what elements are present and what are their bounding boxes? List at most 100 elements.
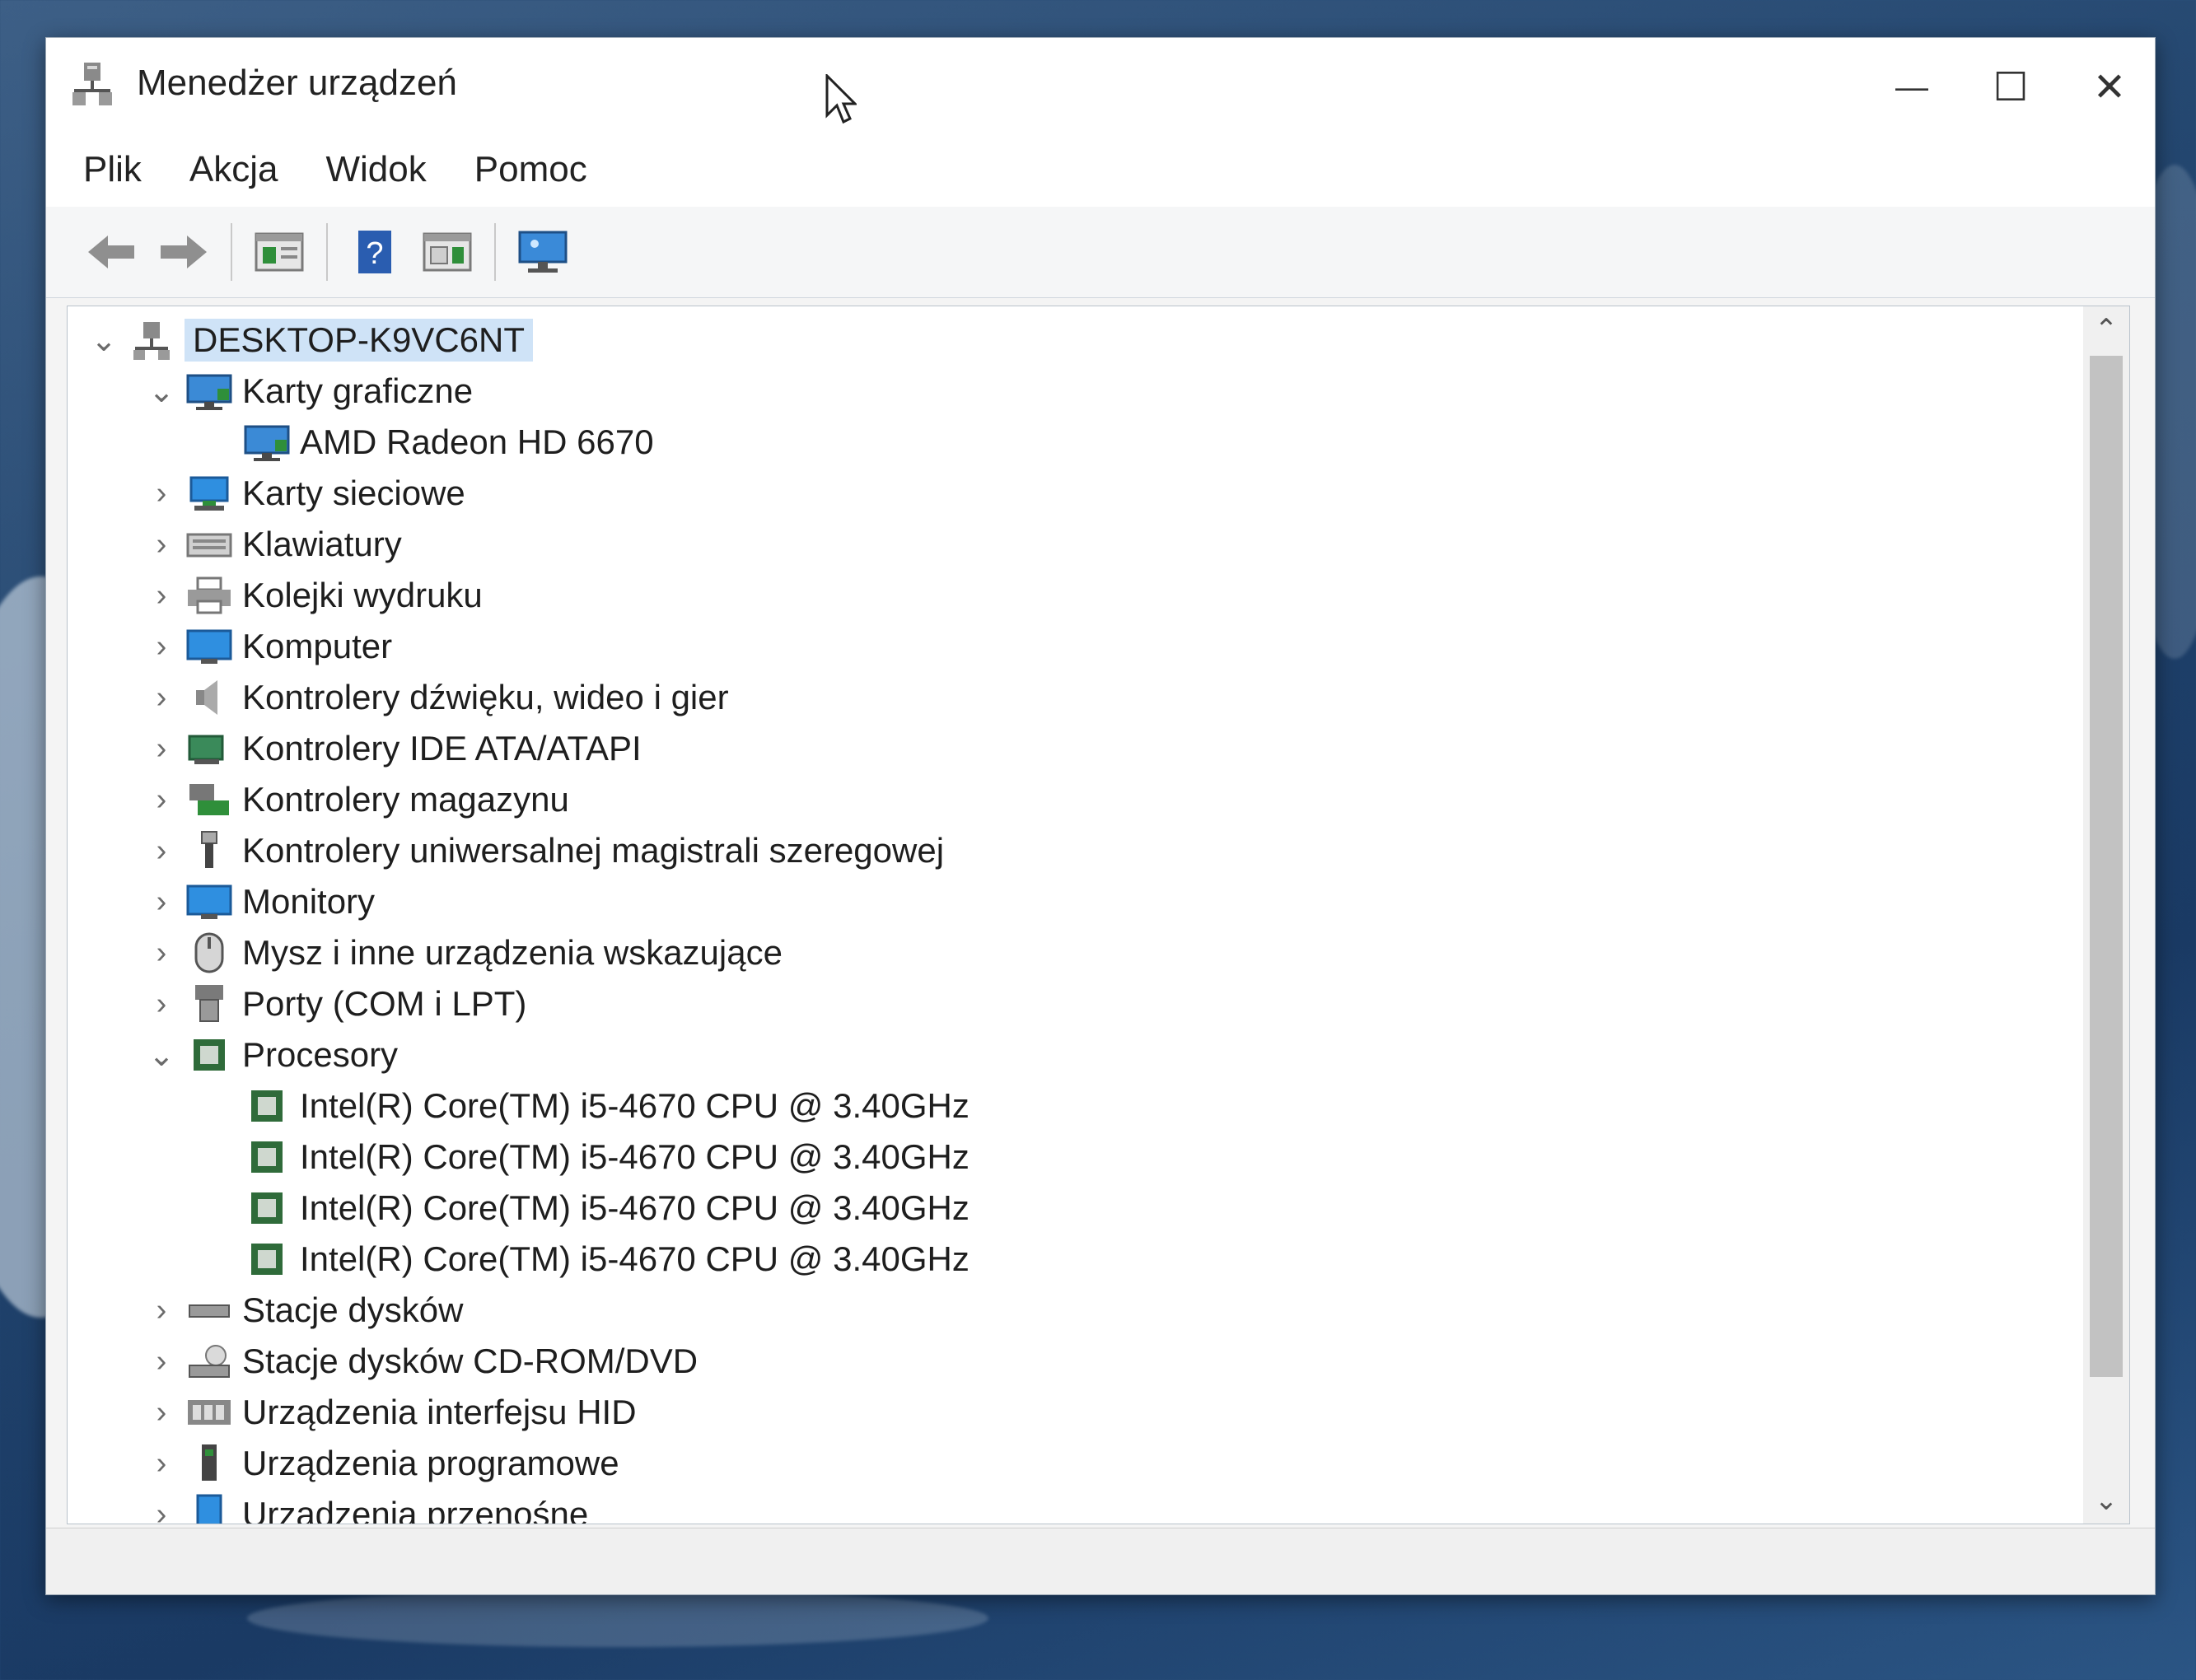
network-icon xyxy=(186,472,232,515)
tree-category-network-adapters[interactable]: › Karty sieciowe xyxy=(68,468,2080,519)
tree-category-print-queues[interactable]: › Kolejki wydruku xyxy=(68,570,2080,621)
tree-item-label: AMD Radeon HD 6670 xyxy=(300,422,654,461)
chevron-spacer xyxy=(199,1137,239,1177)
tree-category-monitors[interactable]: › Monitory xyxy=(68,876,2080,927)
tree-item-label: Kontrolery IDE ATA/ATAPI xyxy=(242,729,642,768)
chevron-right-icon[interactable]: › xyxy=(142,1342,181,1381)
chevron-right-icon[interactable]: › xyxy=(142,1393,181,1432)
tree-item-label: Komputer xyxy=(242,627,393,665)
properties-icon xyxy=(255,232,304,272)
help-button[interactable]: ? xyxy=(343,220,407,284)
chevron-right-icon[interactable]: › xyxy=(142,525,181,564)
keyboard-icon xyxy=(186,523,232,566)
chevron-spacer xyxy=(199,1086,239,1126)
tree-category-storage-controllers[interactable]: › Kontrolery magazynu xyxy=(68,774,2080,825)
tree-category-disk-drives[interactable]: › Stacje dysków xyxy=(68,1285,2080,1336)
properties-button[interactable] xyxy=(247,220,311,284)
tree-category-ide-ata-atapi[interactable]: › Kontrolery IDE ATA/ATAPI xyxy=(68,723,2080,774)
menu-bar: Plik Akcja Widok Pomoc xyxy=(46,133,2155,207)
chevron-down-icon[interactable]: ⌄ xyxy=(84,320,124,360)
tree-category-mice[interactable]: › Mysz i inne urządzenia wskazujące xyxy=(68,927,2080,978)
scroll-down-icon[interactable]: ⌄ xyxy=(2083,1477,2129,1524)
chevron-right-icon[interactable]: › xyxy=(142,933,181,973)
monitor-icon xyxy=(186,625,232,668)
chevron-right-icon[interactable]: › xyxy=(142,1495,181,1524)
tree-item-label: Kontrolery dźwięku, wideo i gier xyxy=(242,678,729,716)
tree-device-item[interactable]: Intel(R) Core(TM) i5-4670 CPU @ 3.40GHz xyxy=(68,1132,2080,1183)
tree-category-software-devices[interactable]: › Urządzenia programowe xyxy=(68,1438,2080,1489)
tree-category-computer[interactable]: › Komputer xyxy=(68,621,2080,672)
printer-icon xyxy=(186,574,232,617)
chevron-down-icon[interactable]: ⌄ xyxy=(142,371,181,411)
chevron-right-icon[interactable]: › xyxy=(142,576,181,615)
chevron-spacer xyxy=(199,1239,239,1279)
chevron-right-icon[interactable]: › xyxy=(142,1290,181,1330)
tree-item-label: Intel(R) Core(TM) i5-4670 CPU @ 3.40GHz xyxy=(300,1188,970,1227)
back-button[interactable] xyxy=(79,220,143,284)
scroll-thumb[interactable] xyxy=(2090,356,2123,1377)
scroll-up-icon[interactable]: ⌃ xyxy=(2083,306,2129,352)
scan-hardware-button[interactable] xyxy=(511,220,575,284)
tree-item-label: Stacje dysków CD-ROM/DVD xyxy=(242,1342,699,1380)
scan-hardware-icon xyxy=(518,231,568,273)
tree-category-usb-controllers[interactable]: › Kontrolery uniwersalnej magistrali szer… xyxy=(68,825,2080,876)
title-bar[interactable]: Menedżer urządzeń — ☐ ✕ xyxy=(46,38,2155,133)
disk-icon xyxy=(186,1289,232,1332)
tree-category-ports[interactable]: › Porty (COM i LPT) xyxy=(68,978,2080,1029)
back-icon xyxy=(88,236,134,268)
chevron-right-icon[interactable]: › xyxy=(142,780,181,819)
device-tree: ⌄ DESKTOP-K9VC6NT ⌄ Karty graficzne AMD Rade… xyxy=(68,315,2080,1524)
tree-item-label: Intel(R) Core(TM) i5-4670 CPU @ 3.40GHz xyxy=(300,1239,970,1278)
tree-category-hid-devices[interactable]: › Urządzenia interfejsu HID xyxy=(68,1387,2080,1438)
usb-icon xyxy=(186,829,232,872)
tree-category-sound-video-game[interactable]: › Kontrolery dźwięku, wideo i gier xyxy=(68,672,2080,723)
tree-device-item[interactable]: AMD Radeon HD 6670 xyxy=(68,417,2080,468)
tree-device-item[interactable]: Intel(R) Core(TM) i5-4670 CPU @ 3.40GHz xyxy=(68,1080,2080,1132)
tree-category-portable-devices[interactable]: › Urządzenia przenośne xyxy=(68,1489,2080,1524)
toolbar-separator xyxy=(494,223,496,281)
chevron-right-icon[interactable]: › xyxy=(142,627,181,666)
forward-button[interactable] xyxy=(152,220,216,284)
tree-category-processors[interactable]: ⌄ Procesory xyxy=(68,1029,2080,1080)
chevron-right-icon[interactable]: › xyxy=(142,474,181,513)
tree-item-label: Intel(R) Core(TM) i5-4670 CPU @ 3.40GHz xyxy=(300,1137,970,1176)
tree-item-label: Stacje dysków xyxy=(242,1290,464,1329)
update-driver-button[interactable] xyxy=(415,220,479,284)
device-tree-pane: ⌄ DESKTOP-K9VC6NT ⌄ Karty graficzne AMD Rade… xyxy=(67,306,2130,1524)
tree-item-label: Procesory xyxy=(242,1035,399,1074)
vertical-scrollbar[interactable]: ⌃ ⌄ xyxy=(2083,306,2129,1524)
chevron-right-icon[interactable]: › xyxy=(142,678,181,717)
cdrom-icon xyxy=(186,1340,232,1383)
chevron-right-icon[interactable]: › xyxy=(142,984,181,1024)
toolbar: ? xyxy=(46,207,2155,298)
tree-item-label: Klawiatury xyxy=(242,525,402,563)
ide-icon xyxy=(186,727,232,770)
status-bar xyxy=(46,1528,2155,1594)
menu-file[interactable]: Plik xyxy=(83,149,142,190)
toolbar-separator xyxy=(231,223,232,281)
close-button[interactable]: ✕ xyxy=(2072,58,2147,116)
menu-help[interactable]: Pomoc xyxy=(474,149,587,190)
cpu-icon xyxy=(244,1136,290,1178)
chevron-down-icon[interactable]: ⌄ xyxy=(142,1035,181,1075)
chevron-right-icon[interactable]: › xyxy=(142,831,181,870)
chevron-right-icon[interactable]: › xyxy=(142,729,181,768)
tree-category-cdrom-dvd[interactable]: › Stacje dysków CD-ROM/DVD xyxy=(68,1336,2080,1387)
tree-device-item[interactable]: Intel(R) Core(TM) i5-4670 CPU @ 3.40GHz xyxy=(68,1234,2080,1285)
computer-icon xyxy=(128,319,175,362)
device-manager-window: Menedżer urządzeń — ☐ ✕ Plik Akcja Widok… xyxy=(45,37,2156,1595)
minimize-button[interactable]: — xyxy=(1875,58,1949,116)
chevron-right-icon[interactable]: › xyxy=(142,882,181,922)
tree-root[interactable]: ⌄ DESKTOP-K9VC6NT xyxy=(68,315,2080,366)
window-title: Menedżer urządzeń xyxy=(137,63,457,103)
menu-view[interactable]: Widok xyxy=(326,149,427,190)
tree-category-keyboards[interactable]: › Klawiatury xyxy=(68,519,2080,570)
forward-icon xyxy=(161,236,207,268)
tree-device-item[interactable]: Intel(R) Core(TM) i5-4670 CPU @ 3.40GHz xyxy=(68,1183,2080,1234)
tree-item-label: Karty graficzne xyxy=(242,371,474,410)
chevron-right-icon[interactable]: › xyxy=(142,1444,181,1483)
tree-category-display-adapters[interactable]: ⌄ Karty graficzne xyxy=(68,366,2080,417)
cpu-icon xyxy=(244,1187,290,1230)
maximize-button[interactable]: ☐ xyxy=(1974,58,2048,116)
menu-action[interactable]: Akcja xyxy=(189,149,278,190)
